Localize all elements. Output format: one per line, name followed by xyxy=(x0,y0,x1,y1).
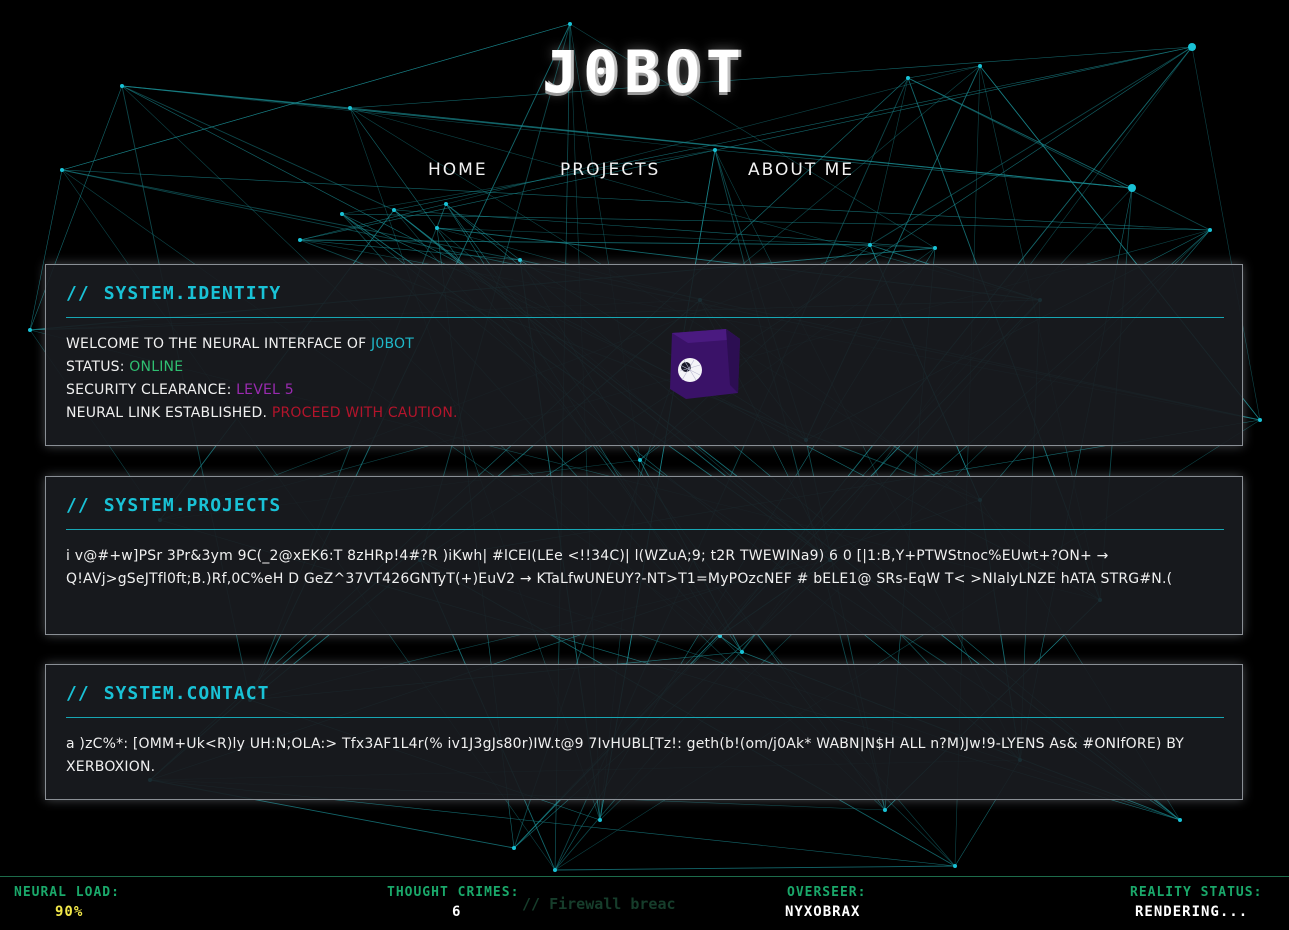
contact-panel-body: a )zC%*: [OMM+Uk<R)ly UH:N;OLA:> Tfx3AF1… xyxy=(66,736,1184,775)
nav-projects-link[interactable]: PROJECTS xyxy=(560,160,660,180)
thought-crimes-value: 6 xyxy=(452,904,462,920)
network-node xyxy=(568,22,572,26)
identity-panel-title: SYSTEM.IDENTITY xyxy=(103,283,282,304)
network-node xyxy=(518,258,522,262)
welcome-line: WELCOME TO THE NEURAL INTERFACE OF J0BOT xyxy=(66,333,1226,356)
projects-panel-title: SYSTEM.PROJECTS xyxy=(103,495,282,516)
network-edge xyxy=(299,239,871,246)
overseer-label: OVERSEER: xyxy=(787,885,867,900)
overseer-value: NYXOBRAX xyxy=(785,904,861,920)
nav-about-link[interactable]: ABOUT ME xyxy=(748,160,854,180)
network-node xyxy=(348,106,352,110)
thought-crimes-label: THOUGHT CRIMES: xyxy=(387,885,520,900)
firewall-ghost-text: // Firewall breac xyxy=(522,895,676,913)
network-node xyxy=(883,808,887,812)
network-node xyxy=(512,846,516,850)
contact-panel: // SYSTEM.CONTACT a )zC%*: [OMM+Uk<R)ly U… xyxy=(45,664,1243,800)
network-edge xyxy=(719,635,743,653)
clearance-label: SECURITY CLEARANCE: xyxy=(66,382,237,398)
network-node xyxy=(60,168,64,172)
clearance-line: SECURITY CLEARANCE: LEVEL 5 xyxy=(66,379,1226,402)
clearance-value: LEVEL 5 xyxy=(236,382,294,398)
header-prefix: // xyxy=(66,495,90,516)
neural-link-label: NEURAL LINK ESTABLISHED. xyxy=(66,405,272,421)
network-node xyxy=(933,246,937,250)
site-title: J0BOT xyxy=(542,38,747,106)
welcome-text: WELCOME TO THE NEURAL INTERFACE OF xyxy=(66,336,372,352)
network-node xyxy=(868,243,872,247)
network-node xyxy=(1208,228,1212,232)
network-node xyxy=(392,208,396,212)
network-node xyxy=(298,238,302,242)
network-edge xyxy=(445,203,521,261)
network-node xyxy=(435,226,439,230)
header-prefix: // xyxy=(66,283,90,304)
projects-panel: // SYSTEM.PROJECTS i v@#+w]PSr 3Pr&3ym 9C… xyxy=(45,476,1243,635)
status-value: ONLINE xyxy=(129,359,184,375)
network-node xyxy=(1178,818,1182,822)
nav-home-link[interactable]: HOME xyxy=(428,160,488,180)
purple-cube-icon xyxy=(666,325,746,405)
status-label: STATUS: xyxy=(66,359,130,375)
network-node xyxy=(1258,418,1262,422)
network-node xyxy=(740,650,744,654)
header-prefix: // xyxy=(66,683,90,704)
network-node xyxy=(553,868,557,872)
network-node xyxy=(444,202,448,206)
network-edge xyxy=(554,865,956,871)
network-node xyxy=(598,818,602,822)
reality-status-value: RENDERING... xyxy=(1135,904,1249,920)
projects-panel-header: // SYSTEM.PROJECTS xyxy=(66,495,1224,530)
contact-panel-title: SYSTEM.CONTACT xyxy=(103,683,270,704)
neural-link-warning: PROCEED WITH CAUTION. xyxy=(271,405,458,421)
welcome-name: J0BOT xyxy=(371,336,414,352)
network-edge xyxy=(393,209,936,249)
network-node xyxy=(1128,184,1136,192)
network-node xyxy=(713,148,717,152)
identity-panel-header: // SYSTEM.IDENTITY xyxy=(66,283,1224,318)
projects-panel-body: i v@#+w]PSr 3Pr&3ym 9C(_2@xEK6:T 8zHRp!4… xyxy=(66,548,1173,587)
network-edge xyxy=(341,213,1211,231)
status-bar: // Firewall breac NEURAL LOAD: 90% THOUG… xyxy=(0,876,1289,930)
network-node xyxy=(638,458,642,462)
identity-panel: // SYSTEM.IDENTITY WELCOME TO THE NEURAL … xyxy=(45,264,1243,446)
neural-link-line: NEURAL LINK ESTABLISHED. PROCEED WITH CA… xyxy=(66,402,1226,425)
network-node xyxy=(953,864,957,868)
neural-load-value: 90% xyxy=(55,904,84,920)
reality-status-label: REALITY STATUS: xyxy=(1130,885,1263,900)
neural-load-label: NEURAL LOAD: xyxy=(14,885,120,900)
network-node xyxy=(28,328,32,332)
status-line: STATUS: ONLINE xyxy=(66,356,1226,379)
network-node xyxy=(340,212,344,216)
identity-panel-body: WELCOME TO THE NEURAL INTERFACE OF J0BOT… xyxy=(66,333,1226,425)
contact-panel-header: // SYSTEM.CONTACT xyxy=(66,683,1224,718)
